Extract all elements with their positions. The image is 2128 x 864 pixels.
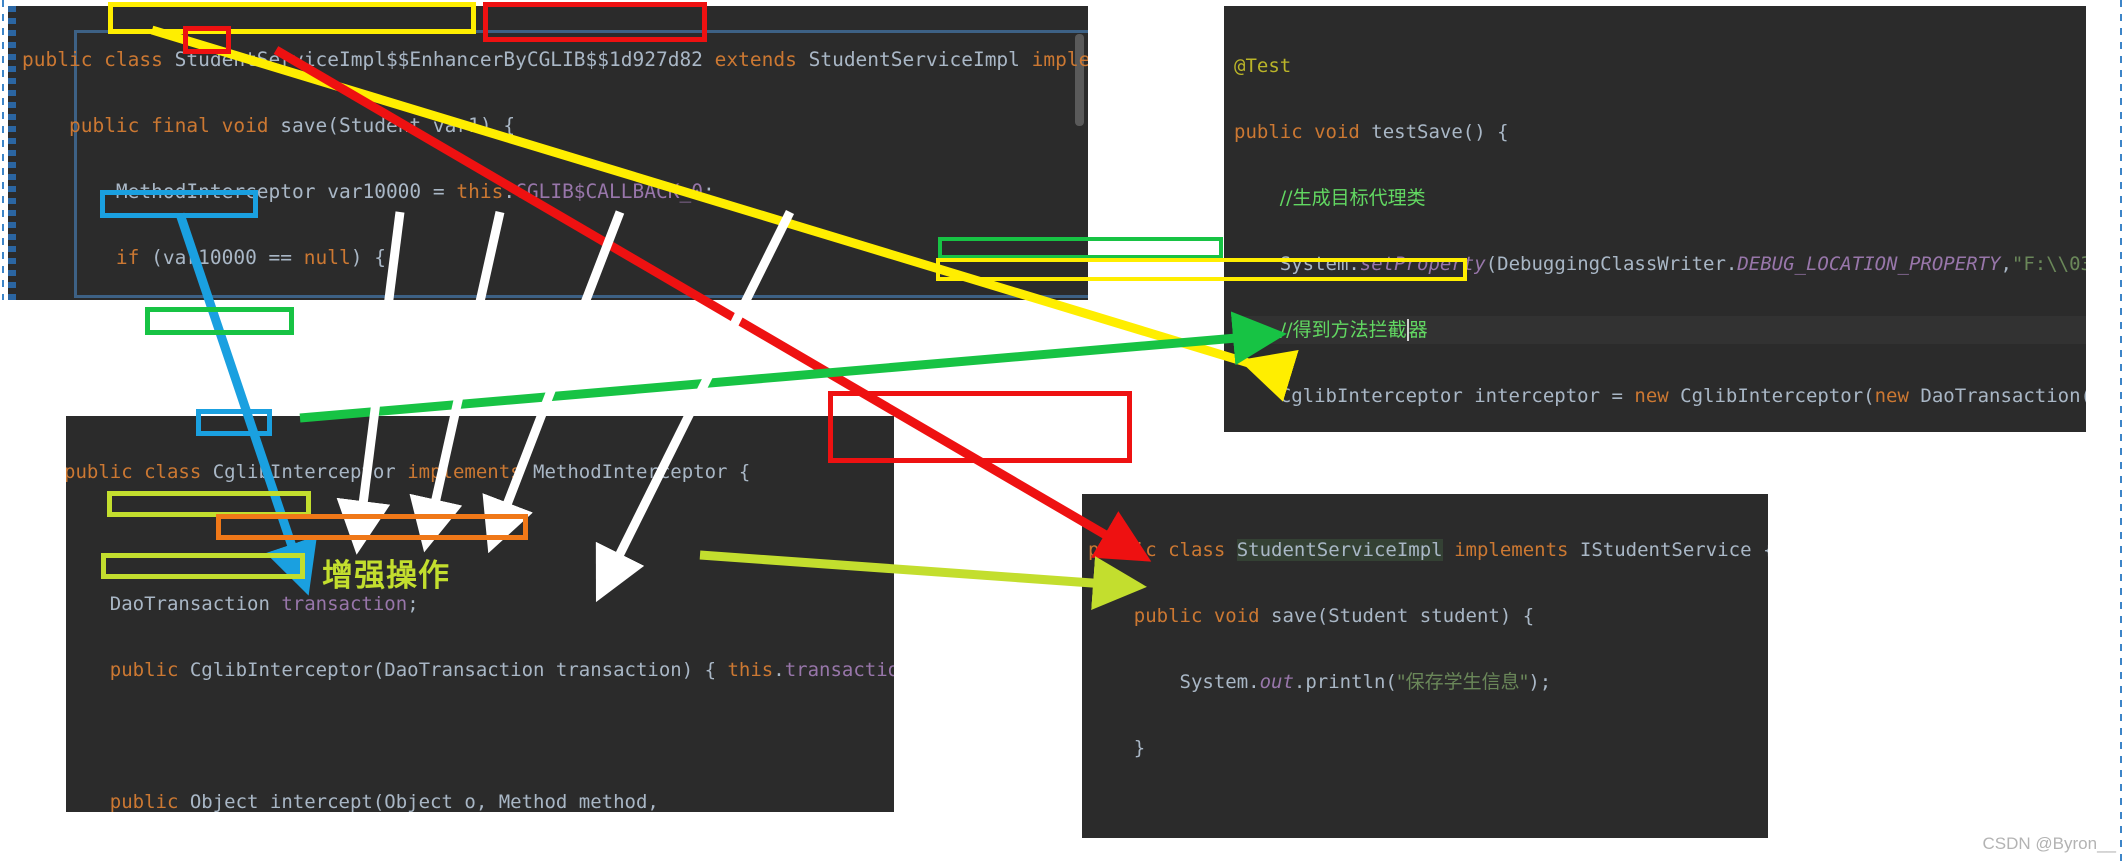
code-line: System.setProperty(DebuggingClassWriter.…: [1234, 253, 2086, 275]
code-line: DaoTransaction transaction;: [66, 593, 419, 615]
code-line: //得到方法拦截器: [1234, 316, 2086, 344]
code-line: MethodInterceptor var10000 = this.CGLIB$…: [22, 180, 715, 203]
watermark-text: CSDN @Byron__: [1982, 834, 2116, 853]
code-line: public void save(Student student) {: [1133, 605, 1535, 627]
code-panel-test-class[interactable]: @Test public void testSave() { //生成目标代理类…: [1224, 6, 2086, 432]
code-line: public class CglibInterceptor implements…: [66, 461, 751, 483]
code-line: }: [1088, 737, 1146, 759]
left-dashed-guide: [2, 0, 4, 300]
enhancement-operation-label: 增强操作: [322, 558, 450, 594]
code-line: CglibInterceptor interceptor = new Cglib…: [1234, 385, 2086, 407]
code-line: @Test: [1234, 55, 1292, 77]
code-line: public void testSave() {: [1234, 121, 1509, 143]
editor-gutter-stripe: [8, 6, 16, 300]
code-line: public class StudentServiceImpl$$Enhance…: [22, 48, 1088, 71]
code-line: public Object intercept(Object o, Method…: [109, 791, 659, 812]
code-panel-proxy-class[interactable]: public class StudentServiceImpl$$Enhance…: [8, 6, 1088, 300]
arrow-green-interceptor-to-setcallback: [299, 311, 1287, 423]
code-line: public final void save(Student var1) {: [68, 114, 516, 137]
code-panel-interceptor-class[interactable]: public class CglibInterceptor implements…: [66, 416, 894, 812]
code-line: if (var10000 == null) {: [115, 246, 386, 269]
diagram-canvas: public class StudentServiceImpl$$Enhance…: [0, 0, 2128, 864]
code-line: System.out.println("保存学生信息");: [1088, 671, 1552, 693]
box-green-cglibinterceptor-classname: [145, 307, 294, 335]
right-dashed-guide: [2120, 0, 2122, 864]
code-line: public CglibInterceptor(DaoTransaction t…: [109, 659, 894, 681]
code-line: //生成目标代理类: [1279, 187, 1426, 209]
code-panel-target-class[interactable]: public class StudentServiceImpl implemen…: [1082, 494, 1768, 838]
code-line: public class StudentServiceImpl implemen…: [1088, 539, 1768, 561]
